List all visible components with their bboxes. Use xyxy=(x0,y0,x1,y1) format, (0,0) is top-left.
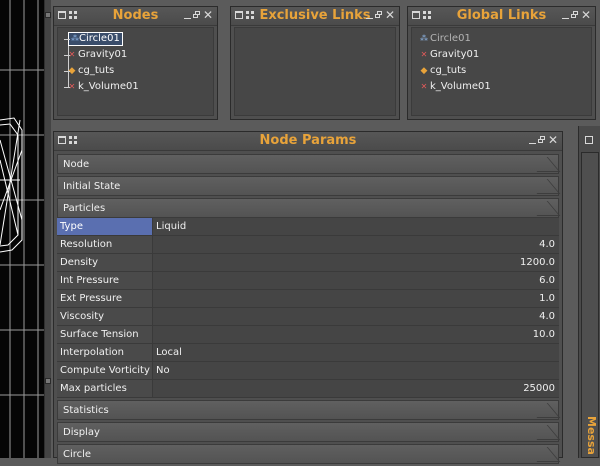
tree-item-circle01[interactable]: ⁂Circle01 xyxy=(62,31,139,47)
node-params-list: Node Initial State Particles Type Liquid… xyxy=(57,154,561,466)
minimize-icon[interactable] xyxy=(183,17,191,19)
section-particles[interactable]: Particles xyxy=(57,198,561,218)
viewport-mini-button[interactable] xyxy=(45,378,51,384)
restore-icon[interactable] xyxy=(374,11,383,19)
section-label: Statistics xyxy=(63,405,109,416)
section-circle[interactable]: Circle xyxy=(57,444,561,464)
tree-item-k-volume01[interactable]: ✕ k_Volume01 xyxy=(62,79,139,95)
section-node[interactable]: Node xyxy=(57,154,561,174)
param-value[interactable]: 10.0 xyxy=(153,326,559,343)
param-value[interactable]: 1200.0 xyxy=(153,254,559,271)
param-row-compute-vorticity[interactable]: Compute Vorticity No xyxy=(57,362,559,380)
global-item-label: cg_tuts xyxy=(430,65,467,76)
global-links-list: ⁂ Circle01 ✕ Gravity01 ◆ cg_tuts ✕ k_Volume0… xyxy=(411,27,592,116)
tree-item-label: cg_tuts xyxy=(78,65,115,76)
param-label: Ext Pressure xyxy=(57,290,153,307)
window-icon[interactable] xyxy=(585,136,593,144)
section-label: Circle xyxy=(63,449,92,460)
param-value[interactable]: No xyxy=(153,362,559,379)
param-row-surface-tension[interactable]: Surface Tension 10.0 xyxy=(57,326,559,344)
param-label: Viscosity xyxy=(57,308,153,325)
param-label: Max particles xyxy=(57,380,153,397)
restore-icon[interactable] xyxy=(537,136,546,144)
restore-icon[interactable] xyxy=(570,11,579,19)
section-label: Node xyxy=(63,159,90,170)
node-params-titlebar[interactable]: Node Params ✕ xyxy=(54,132,562,151)
nodes-panel: Nodes ✕ ⁂Circle01 ✕Gravity01 ◆cg_tuts xyxy=(53,6,218,120)
viewport-wireframe xyxy=(0,0,44,458)
particles-params-table: Type Liquid Resolution 4.0 Density 1200.… xyxy=(57,218,559,398)
section-statistics[interactable]: Statistics xyxy=(57,400,561,420)
nodes-tree: ⁂Circle01 ✕ Gravity01 ◆ cg_tuts ✕ k_Volume0… xyxy=(57,27,214,116)
global-links-panel: Global Links ✕ ⁂ Circle01 ✕ Gravity01 ◆ cg_… xyxy=(407,6,596,120)
tree-item-cg-tuts[interactable]: ◆ cg_tuts xyxy=(62,63,139,79)
param-value[interactable]: Local xyxy=(153,344,559,361)
minimize-icon[interactable] xyxy=(561,17,569,19)
param-label: Compute Vorticity xyxy=(57,362,153,379)
section-label: Particles xyxy=(63,203,106,214)
param-value[interactable]: Liquid xyxy=(153,218,559,235)
tree-item-label: Gravity01 xyxy=(78,49,128,60)
param-value[interactable]: 1.0 xyxy=(153,290,559,307)
param-row-ext-pressure[interactable]: Ext Pressure 1.0 xyxy=(57,290,559,308)
param-value[interactable]: 4.0 xyxy=(153,308,559,325)
param-row-interpolation[interactable]: Interpolation Local xyxy=(57,344,559,362)
global-item-circle01[interactable]: ⁂ Circle01 xyxy=(414,31,491,47)
gravity-node-icon: ✕ xyxy=(420,50,428,59)
section-display[interactable]: Display xyxy=(57,422,561,442)
viewport-mini-button[interactable] xyxy=(45,12,51,18)
exclusive-links-panel: Exclusive Links ✕ xyxy=(230,6,400,120)
section-label: Display xyxy=(63,427,100,438)
global-item-label: Gravity01 xyxy=(430,49,480,60)
param-label: Surface Tension xyxy=(57,326,153,343)
tree-item-gravity01[interactable]: ✕ Gravity01 xyxy=(62,47,139,63)
messages-panel-title: Messa xyxy=(585,416,598,455)
circle-node-icon: ⁂ xyxy=(71,34,79,43)
param-row-resolution[interactable]: Resolution 4.0 xyxy=(57,236,559,254)
exclusive-links-list xyxy=(234,27,396,116)
section-initial-state[interactable]: Initial State xyxy=(57,176,561,196)
param-row-type[interactable]: Type Liquid xyxy=(57,218,559,236)
param-row-int-pressure[interactable]: Int Pressure 6.0 xyxy=(57,272,559,290)
tree-item-label: Circle01 xyxy=(79,33,120,44)
global-links-titlebar[interactable]: Global Links ✕ xyxy=(408,7,595,26)
messages-strip: Messa xyxy=(578,126,600,458)
param-label: Density xyxy=(57,254,153,271)
global-item-gravity01[interactable]: ✕ Gravity01 xyxy=(414,47,491,63)
messages-panel[interactable]: Messa xyxy=(581,152,599,458)
exclusive-links-titlebar[interactable]: Exclusive Links ✕ xyxy=(231,7,399,26)
param-row-max-particles[interactable]: Max particles 25000 xyxy=(57,380,559,398)
close-icon[interactable]: ✕ xyxy=(581,9,591,21)
global-item-k-volume01[interactable]: ✕ k_Volume01 xyxy=(414,79,491,95)
param-value[interactable]: 25000 xyxy=(153,380,559,397)
viewport-3d[interactable] xyxy=(0,0,45,458)
param-label: Type xyxy=(57,218,153,235)
minimize-icon[interactable] xyxy=(365,17,373,19)
close-icon[interactable]: ✕ xyxy=(385,9,395,21)
viewport-splitter[interactable] xyxy=(44,0,51,458)
param-label: Interpolation xyxy=(57,344,153,361)
global-item-cg-tuts[interactable]: ◆ cg_tuts xyxy=(414,63,491,79)
tree-item-label: k_Volume01 xyxy=(78,81,139,92)
param-value[interactable]: 6.0 xyxy=(153,272,559,289)
section-label: Initial State xyxy=(63,181,121,192)
close-icon[interactable]: ✕ xyxy=(548,134,558,146)
nodes-titlebar[interactable]: Nodes ✕ xyxy=(54,7,217,26)
global-item-label: Circle01 xyxy=(430,33,471,44)
node-params-title: Node Params xyxy=(259,133,357,148)
close-icon[interactable]: ✕ xyxy=(203,9,213,21)
param-value[interactable]: 4.0 xyxy=(153,236,559,253)
param-row-viscosity[interactable]: Viscosity 4.0 xyxy=(57,308,559,326)
param-label: Resolution xyxy=(57,236,153,253)
volume-node-icon: ✕ xyxy=(420,82,428,91)
param-row-density[interactable]: Density 1200.0 xyxy=(57,254,559,272)
node-params-panel: Node Params ✕ Node Initial State Particl… xyxy=(53,131,563,464)
circle-node-icon: ⁂ xyxy=(420,34,428,43)
restore-icon[interactable] xyxy=(192,11,201,19)
param-label: Int Pressure xyxy=(57,272,153,289)
cg-node-icon: ◆ xyxy=(420,66,428,76)
global-item-label: k_Volume01 xyxy=(430,81,491,92)
minimize-icon[interactable] xyxy=(528,142,536,144)
